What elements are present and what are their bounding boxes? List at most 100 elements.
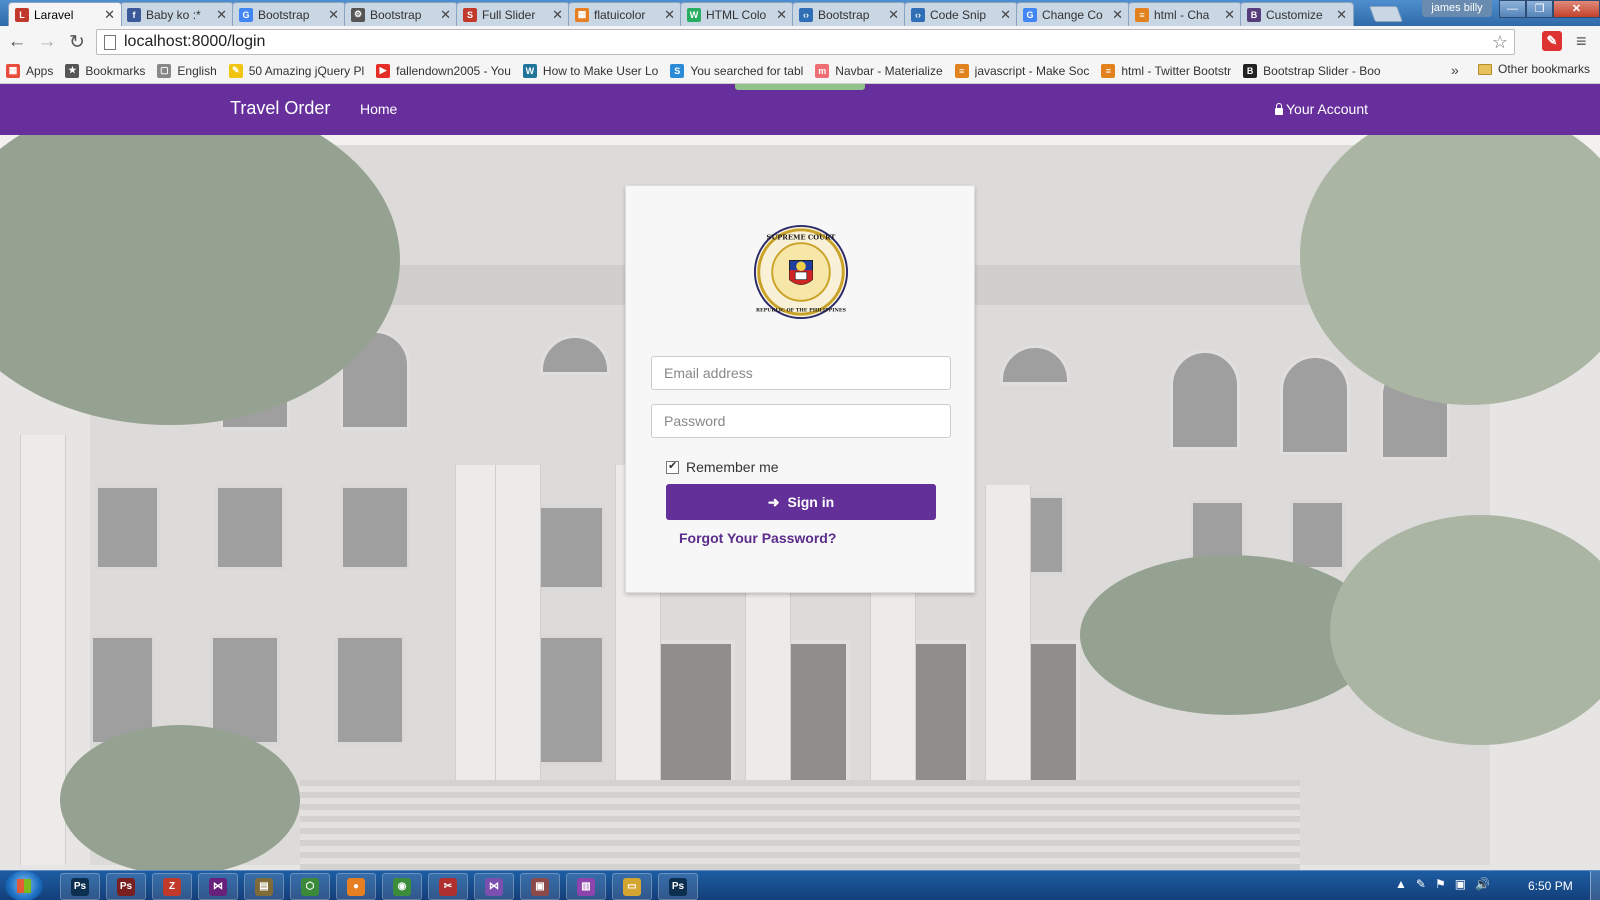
taskbar-app-snipping[interactable]: ✂ bbox=[428, 873, 468, 900]
remember-me-row[interactable]: Remember me bbox=[666, 459, 779, 475]
close-window-button[interactable]: ✕ bbox=[1553, 0, 1600, 18]
bookmark-item[interactable]: S You searched for tabl bbox=[670, 63, 803, 78]
bookmark-star-icon[interactable]: ☆ bbox=[1492, 32, 1508, 53]
taskbar-app-photoshop[interactable]: Ps bbox=[60, 873, 100, 900]
tab-close-icon[interactable]: ✕ bbox=[664, 7, 675, 23]
sign-in-button[interactable]: ➜ Sign in bbox=[666, 484, 936, 520]
browser-tab[interactable]: ‹› Bootstrap ✕ bbox=[792, 2, 906, 26]
remember-me-checkbox[interactable] bbox=[666, 459, 679, 474]
address-bar-url[interactable]: localhost:8000/login bbox=[124, 33, 1492, 51]
browser-tab[interactable]: G Change Co ✕ bbox=[1016, 2, 1130, 26]
bookmarks-overflow-button[interactable]: » bbox=[1451, 62, 1459, 78]
bookmarks-bar: ▦ Apps ★ Bookmarks ▢ English ✎ 50 Amazing jQuer… bbox=[0, 58, 1600, 84]
tab-close-icon[interactable]: ✕ bbox=[440, 7, 451, 23]
bookmark-favicon-icon: W bbox=[522, 63, 537, 78]
browser-tab[interactable]: W HTML Colo ✕ bbox=[680, 2, 794, 26]
taskbar-app-photoshop-alt[interactable]: Ps bbox=[106, 873, 146, 900]
app-brand[interactable]: Travel Order bbox=[230, 98, 330, 119]
browser-tab[interactable]: ⚙ Bootstrap ✕ bbox=[344, 2, 458, 26]
bookmark-favicon-icon: B bbox=[1243, 63, 1258, 78]
forgot-password-link[interactable]: Forgot Your Password? bbox=[679, 530, 836, 546]
tab-favicon-icon: f bbox=[127, 7, 141, 22]
browser-tab[interactable]: f Baby ko :* ✕ bbox=[120, 2, 234, 26]
browser-tab[interactable]: B Customize ✕ bbox=[1240, 2, 1354, 26]
web-page: Travel Order Home Your Account SUPREME C… bbox=[0, 84, 1600, 870]
other-bookmarks-folder[interactable]: Other bookmarks bbox=[1478, 62, 1590, 76]
tab-close-icon[interactable]: ✕ bbox=[552, 7, 563, 23]
tray-icon[interactable]: 🔊 bbox=[1475, 877, 1490, 891]
tab-close-icon[interactable]: ✕ bbox=[104, 7, 115, 23]
browser-tab[interactable]: ▦ flatuicolor ✕ bbox=[568, 2, 682, 26]
tab-close-icon[interactable]: ✕ bbox=[1112, 7, 1123, 23]
start-button[interactable] bbox=[5, 871, 43, 900]
bookmark-item[interactable]: ≡ html - Twitter Bootstr bbox=[1101, 63, 1231, 78]
tab-close-icon[interactable]: ✕ bbox=[1336, 7, 1347, 23]
address-bar[interactable]: localhost:8000/login ☆ bbox=[96, 29, 1515, 55]
browser-menu-icon[interactable]: ≡ bbox=[1576, 31, 1587, 52]
taskbar-app-photoshop-3[interactable]: Ps bbox=[658, 873, 698, 900]
taskbar-app-sublime[interactable]: Z bbox=[152, 873, 192, 900]
bookmark-label: English bbox=[177, 63, 217, 78]
bookmark-label: How to Make User Lo bbox=[542, 63, 659, 78]
reload-button[interactable]: ↻ bbox=[64, 29, 90, 55]
back-button[interactable]: ← bbox=[4, 29, 30, 55]
taskbar-app-visual-studio[interactable]: ⋈ bbox=[198, 873, 238, 900]
tray-icon[interactable]: ▲ bbox=[1395, 877, 1407, 891]
tab-close-icon[interactable]: ✕ bbox=[888, 7, 899, 23]
tray-icon[interactable]: ▣ bbox=[1455, 877, 1466, 891]
browser-tab[interactable]: L Laravel ✕ bbox=[8, 2, 122, 26]
browser-tab[interactable]: ‹› Code Snip ✕ bbox=[904, 2, 1018, 26]
email-field[interactable] bbox=[651, 356, 951, 390]
taskbar-app-media[interactable]: ▤ bbox=[244, 873, 284, 900]
bookmark-item[interactable]: ▶ fallendown2005 - You bbox=[376, 63, 511, 78]
bookmark-item[interactable]: ▢ English bbox=[157, 63, 217, 78]
system-tray: ▲ ✎ ⚑ ▣ 🔊 bbox=[1395, 877, 1499, 891]
browser-user-badge[interactable]: james billy bbox=[1422, 0, 1492, 17]
tray-icon[interactable]: ✎ bbox=[1416, 877, 1426, 891]
bookmark-item[interactable]: m Navbar - Materialize bbox=[815, 63, 943, 78]
bookmark-item[interactable]: W How to Make User Lo bbox=[522, 63, 659, 78]
nav-account-link[interactable]: Your Account bbox=[1275, 101, 1368, 117]
browser-tab[interactable]: S Full Slider ✕ bbox=[456, 2, 570, 26]
bookmark-item[interactable]: ▦ Apps bbox=[6, 63, 53, 78]
taskbar-app-app-10[interactable]: ▣ bbox=[520, 873, 560, 900]
tab-title: Code Snip bbox=[930, 7, 987, 22]
browser-tab[interactable]: G Bootstrap ✕ bbox=[232, 2, 346, 26]
tab-close-icon[interactable]: ✕ bbox=[216, 7, 227, 23]
forward-button[interactable]: → bbox=[34, 29, 60, 55]
taskbar-app-network[interactable]: ⬡ bbox=[290, 873, 330, 900]
taskbar-app-chrome[interactable]: ◉ bbox=[382, 873, 422, 900]
bookmark-item[interactable]: ≡ javascript - Make Soc bbox=[954, 63, 1089, 78]
nav-home-link[interactable]: Home bbox=[360, 101, 397, 117]
minimize-window-button[interactable]: — bbox=[1499, 0, 1526, 18]
navbar-indicator bbox=[735, 84, 865, 90]
show-desktop-button[interactable] bbox=[1590, 871, 1600, 900]
maximize-window-button[interactable]: ❐ bbox=[1526, 0, 1553, 18]
login-card: SUPREME COURT REPUBLIC OF THE PHILIPPINE… bbox=[625, 185, 975, 593]
tab-close-icon[interactable]: ✕ bbox=[776, 7, 787, 23]
tray-icon[interactable]: ⚑ bbox=[1435, 877, 1446, 891]
photoshop-alt-icon: Ps bbox=[117, 877, 135, 896]
password-field[interactable] bbox=[651, 404, 951, 438]
taskbar-app-visual-studio-2[interactable]: ⋈ bbox=[474, 873, 514, 900]
bookmark-item[interactable]: ★ Bookmarks bbox=[65, 63, 145, 78]
system-clock[interactable]: 6:50 PM bbox=[1528, 879, 1573, 893]
tab-title: Customize bbox=[1266, 7, 1323, 22]
page-icon bbox=[104, 34, 116, 50]
tab-close-icon[interactable]: ✕ bbox=[1224, 7, 1235, 23]
taskbar-app-firefox[interactable]: ● bbox=[336, 873, 376, 900]
taskbar-app-winrar[interactable]: ▥ bbox=[566, 873, 606, 900]
extension-icon[interactable]: ✎ bbox=[1542, 31, 1562, 51]
bookmark-favicon-icon: ≡ bbox=[1101, 63, 1116, 78]
app-navbar: Travel Order Home Your Account bbox=[0, 84, 1600, 135]
new-tab-button[interactable] bbox=[1369, 6, 1403, 22]
tab-close-icon[interactable]: ✕ bbox=[1000, 7, 1011, 23]
tab-favicon-icon: G bbox=[239, 7, 253, 22]
bookmark-item[interactable]: B Bootstrap Slider - Boo bbox=[1243, 63, 1381, 78]
tab-close-icon[interactable]: ✕ bbox=[328, 7, 339, 23]
bookmark-item[interactable]: ✎ 50 Amazing jQuery Pl bbox=[228, 63, 364, 78]
taskbar-app-explorer[interactable]: ▭ bbox=[612, 873, 652, 900]
chrome-icon: ◉ bbox=[393, 877, 411, 896]
browser-tab[interactable]: ≡ html - Cha ✕ bbox=[1128, 2, 1242, 26]
network-icon: ⬡ bbox=[301, 877, 319, 896]
